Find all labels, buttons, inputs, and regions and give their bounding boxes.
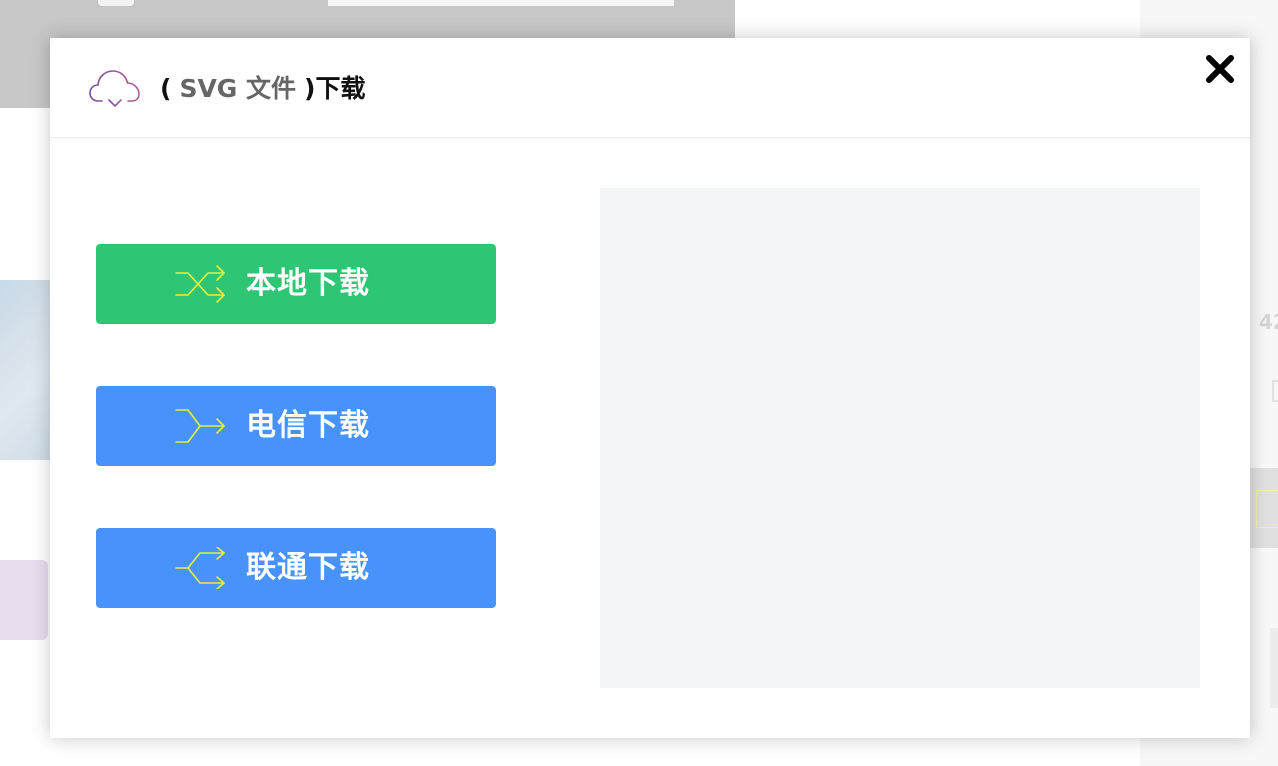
background-search-bar bbox=[328, 0, 674, 6]
telecom-download-label: 电信下载 bbox=[246, 408, 370, 443]
local-download-button[interactable]: 本地下载 bbox=[96, 244, 496, 324]
merge-arrow-icon bbox=[175, 409, 225, 443]
modal-header: (SVG 文件)下载 bbox=[50, 38, 1250, 138]
background-number: 42 bbox=[1259, 310, 1278, 334]
shuffle-arrows-icon bbox=[175, 265, 225, 303]
close-button[interactable] bbox=[1202, 51, 1238, 87]
background-logo bbox=[98, 0, 134, 6]
split-arrows-icon bbox=[175, 547, 225, 589]
close-icon bbox=[1206, 55, 1234, 83]
title-open-paren: ( bbox=[160, 74, 172, 103]
file-format-label: SVG 文件 bbox=[179, 74, 297, 103]
advertisement-panel bbox=[600, 188, 1200, 688]
unicom-download-button[interactable]: 联通下载 bbox=[96, 528, 496, 608]
unicom-download-label: 联通下载 bbox=[246, 550, 370, 585]
title-download-suffix: )下载 bbox=[304, 74, 366, 103]
telecom-download-button[interactable]: 电信下载 bbox=[96, 386, 496, 466]
local-download-label: 本地下载 bbox=[246, 266, 370, 301]
cloud-download-icon bbox=[89, 70, 140, 107]
background-checkbox bbox=[1272, 380, 1278, 402]
background-card bbox=[1270, 628, 1278, 708]
download-modal: (SVG 文件)下载 本地下载 电信下载 联通下载 bbox=[50, 38, 1250, 738]
background-thumbnail bbox=[0, 280, 50, 460]
modal-title: (SVG 文件)下载 bbox=[160, 72, 365, 106]
background-thumbnail bbox=[0, 560, 48, 640]
background-card bbox=[1250, 468, 1278, 548]
